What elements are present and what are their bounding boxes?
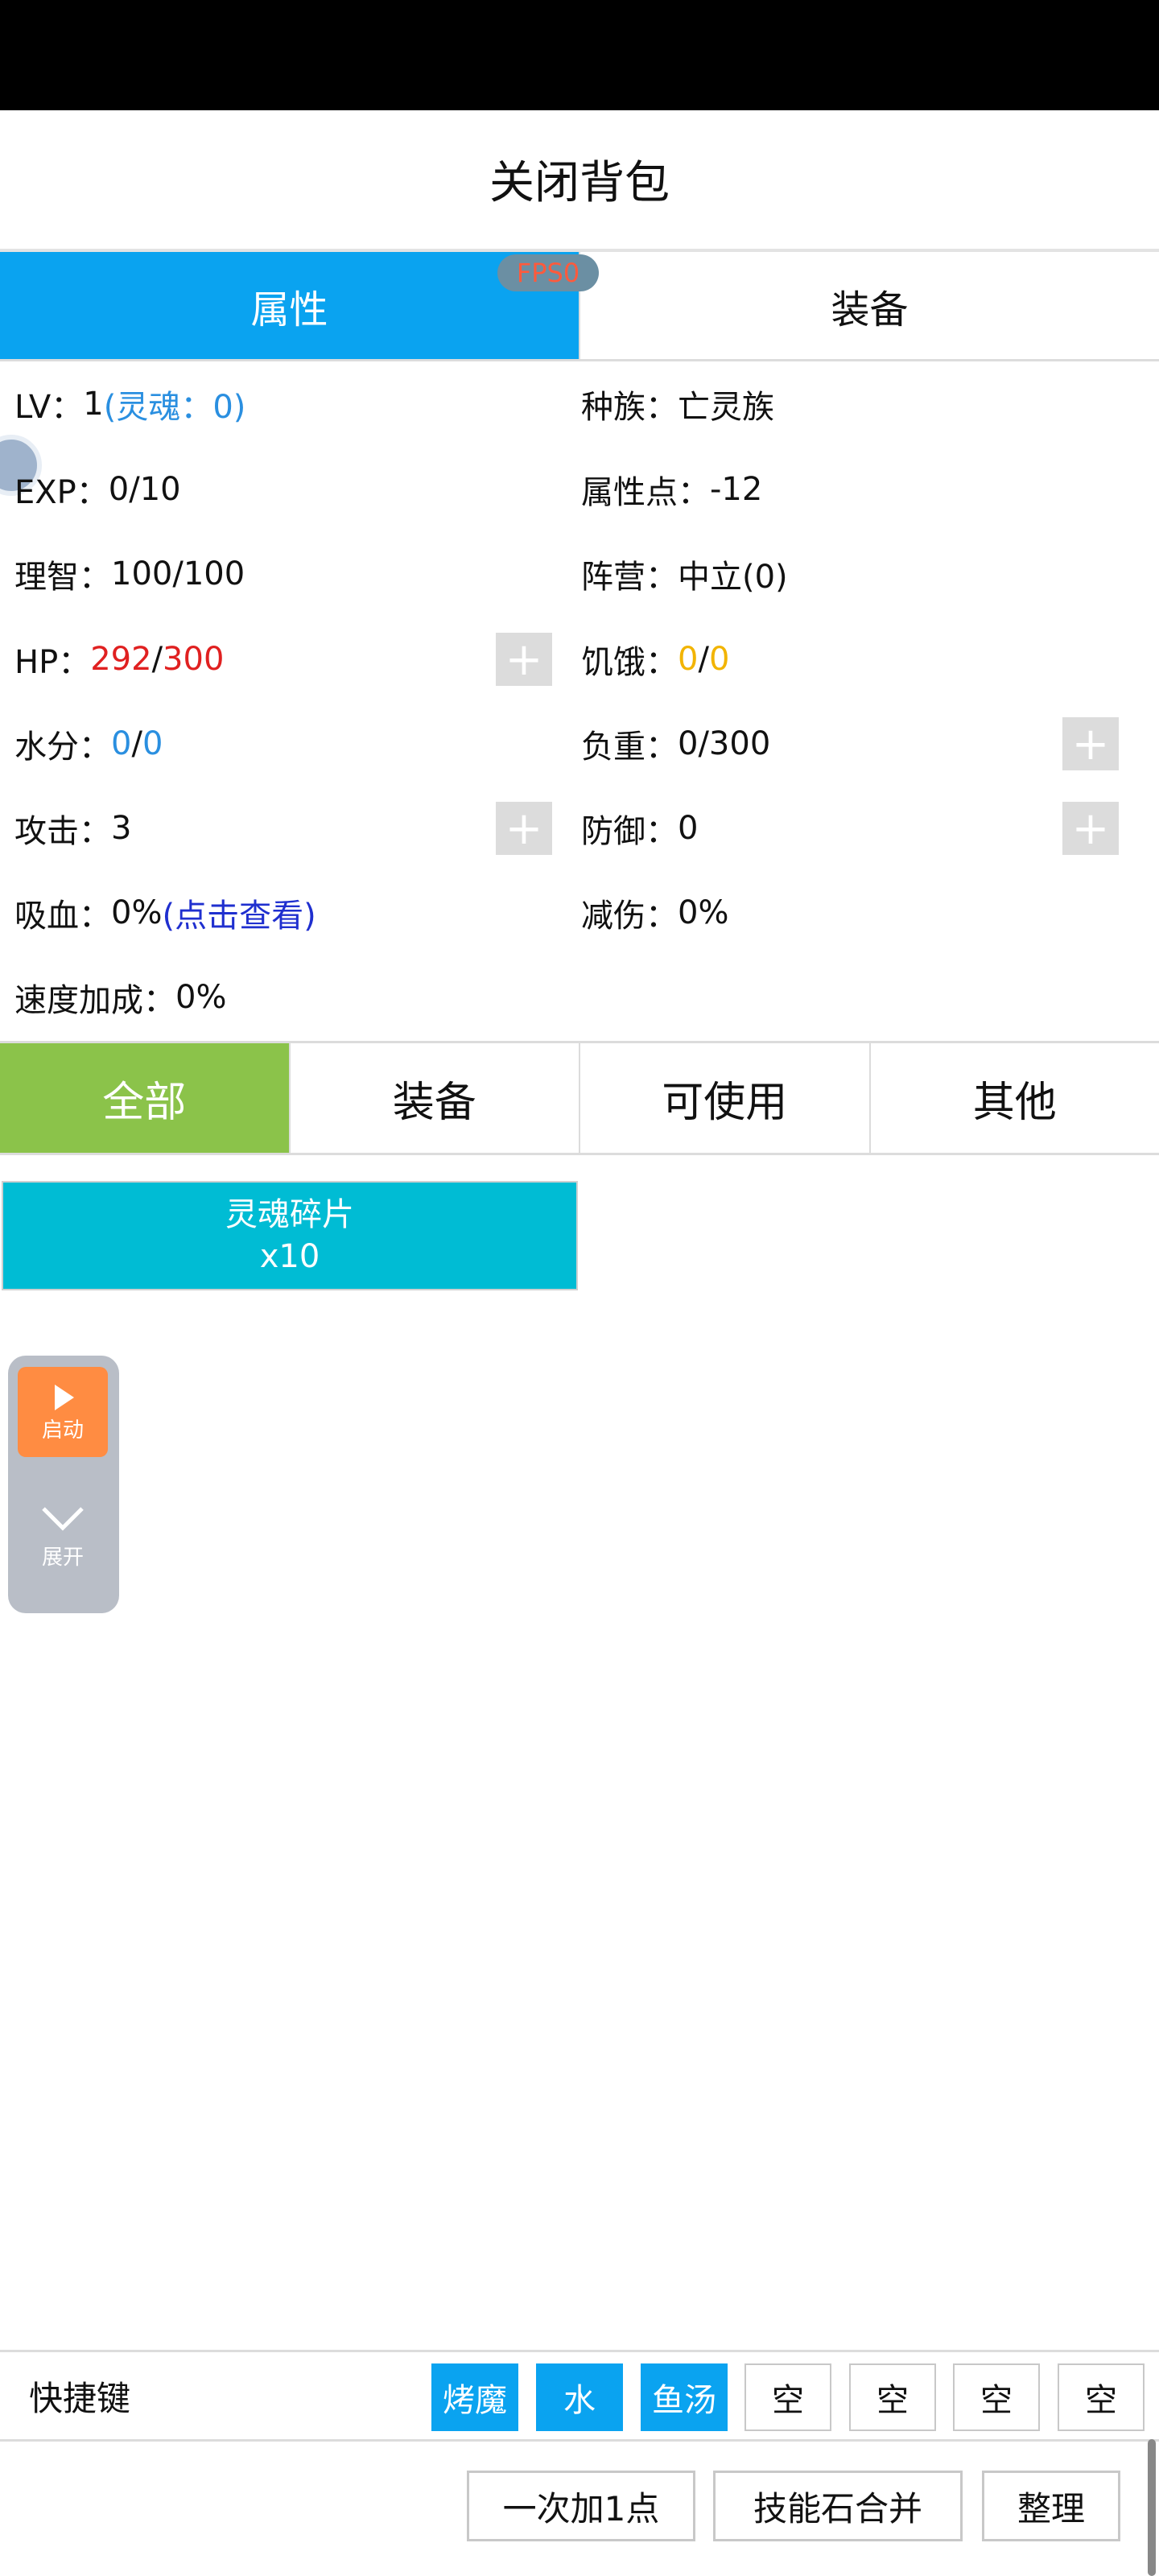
camp-label: 阵营： [581,559,678,596]
defense-plus-button[interactable]: + [1062,802,1119,855]
hotkey-slot-1[interactable]: 烤魔 [431,2363,518,2431]
attack-row: 攻击： 3 [14,796,131,861]
attack-label: 攻击： [14,813,111,850]
water-separator: / [131,725,142,762]
hp-max: 300 [163,641,225,678]
category-equipment-label: 装备 [392,1078,476,1127]
category-all-label: 全部 [102,1078,187,1127]
hotkey-bar: 快捷键 烤魔 水 鱼汤 空 空 空 空 [0,2350,1159,2442]
page-title: 关闭背包 [489,156,670,209]
attr-points-label: 属性点： [581,474,710,511]
floating-control-panel: 启动 展开 [8,1356,119,1613]
lifesteal-label: 吸血： [14,898,111,935]
hotkey-slot-2[interactable]: 水 [536,2363,623,2431]
dmg-reduce-row: 减伤： 0% [581,881,728,945]
hp-current: 292 [90,641,152,678]
sort-button[interactable]: 整理 [982,2471,1120,2541]
defense-row: 防御： 0 [581,796,698,861]
hunger-label: 饥饿： [581,644,678,681]
attr-points-row: 属性点： -12 [581,457,762,522]
start-button[interactable]: 启动 [18,1367,108,1457]
category-equipment[interactable]: 装备 [288,1043,580,1153]
category-other[interactable]: 其他 [868,1043,1159,1153]
lv-value: 1 [83,386,104,423]
item-count: x10 [259,1238,320,1275]
start-label: 启动 [41,1418,84,1443]
item-name: 灵魂碎片 [225,1196,354,1233]
hunger-current: 0 [678,641,699,678]
soul-value: (灵魂：0) [103,389,246,426]
expand-label: 展开 [41,1545,84,1570]
defense-value: 0 [678,810,699,847]
category-all[interactable]: 全部 [0,1043,289,1153]
hunger-row: 饥饿： 0 / 0 [581,627,729,691]
tab-equipment[interactable]: 装备 [579,252,1159,359]
hotkey-slot-6[interactable]: 空 [953,2363,1040,2431]
hotkey-label: 快捷键 [29,2378,131,2418]
chevron-down-icon [42,1506,84,1531]
lifesteal-value: 0% [111,894,163,931]
water-current: 0 [111,725,132,762]
fps-badge: FPS0 [497,254,599,291]
merge-skill-stone-button[interactable]: 技能石合并 [713,2471,963,2541]
attr-points-value: -12 [710,471,763,508]
add-one-point-button[interactable]: 一次加1点 [467,2471,695,2541]
speed-label: 速度加成： [14,982,175,1019]
water-max: 0 [142,725,163,762]
hotkey-slot-4[interactable]: 空 [744,2363,831,2431]
load-plus-button[interactable]: + [1062,717,1119,770]
race-row: 种族： 亡灵族 [581,372,774,436]
dmg-reduce-value: 0% [678,894,729,931]
exp-row: EXP： 0/10 [14,457,181,522]
defense-label: 防御： [581,813,678,850]
sanity-value: 100/100 [111,555,245,592]
attack-plus-button[interactable]: + [496,802,552,855]
lifesteal-detail-link[interactable]: (点击查看) [162,890,316,936]
dmg-reduce-label: 减伤： [581,898,678,935]
water-row: 水分： 0 / 0 [14,712,163,776]
lv-row: LV： 1 (灵魂：0) [14,372,245,436]
category-other-label: 其他 [972,1078,1057,1127]
water-label: 水分： [14,729,111,766]
hp-plus-button[interactable]: + [496,633,552,686]
play-icon [55,1384,74,1410]
exp-label: EXP： [14,474,109,511]
attack-value: 3 [111,810,132,847]
hp-row: HP： 292 / 300 [14,627,224,691]
race-label: 种族： [581,389,678,426]
speed-value: 0% [175,979,227,1016]
camp-row: 阵营： 中立(0) [581,542,788,606]
hunger-separator: / [698,641,709,678]
scrollbar[interactable] [1148,2439,1156,2576]
category-usable[interactable]: 可使用 [579,1043,869,1153]
speed-row: 速度加成： 0% [14,965,226,1030]
hunger-max: 0 [708,641,730,678]
category-usable-label: 可使用 [662,1078,788,1127]
expand-button[interactable]: 展开 [18,1484,108,1589]
hp-label: HP： [14,644,91,681]
exp-value: 0/10 [108,471,181,508]
category-tabs: 全部 装备 可使用 其他 [0,1041,1159,1155]
hotkey-slot-3[interactable]: 鱼汤 [641,2363,728,2431]
load-value: 0/300 [678,725,771,762]
tab-attributes[interactable]: 属性 [0,252,579,359]
load-label: 负重： [581,729,678,766]
sanity-label: 理智： [14,559,111,596]
race-value: 亡灵族 [678,389,774,426]
hp-separator: / [151,641,163,678]
status-bar [0,0,1159,110]
lifesteal-row: 吸血： 0% (点击查看) [14,881,316,945]
tab-equipment-label: 装备 [831,287,909,332]
lv-label: LV： [14,389,84,426]
hotkey-slot-7[interactable]: 空 [1058,2363,1145,2431]
hotkey-slot-5[interactable]: 空 [849,2363,936,2431]
sanity-row: 理智： 100/100 [14,542,245,606]
camp-value: 中立(0) [678,559,788,596]
tab-attributes-label: 属性 [250,287,328,332]
inventory-item[interactable]: 灵魂碎片 x10 [2,1181,578,1290]
load-row: 负重： 0/300 [581,712,770,776]
close-bag-button[interactable]: 关闭背包 [0,110,1159,247]
